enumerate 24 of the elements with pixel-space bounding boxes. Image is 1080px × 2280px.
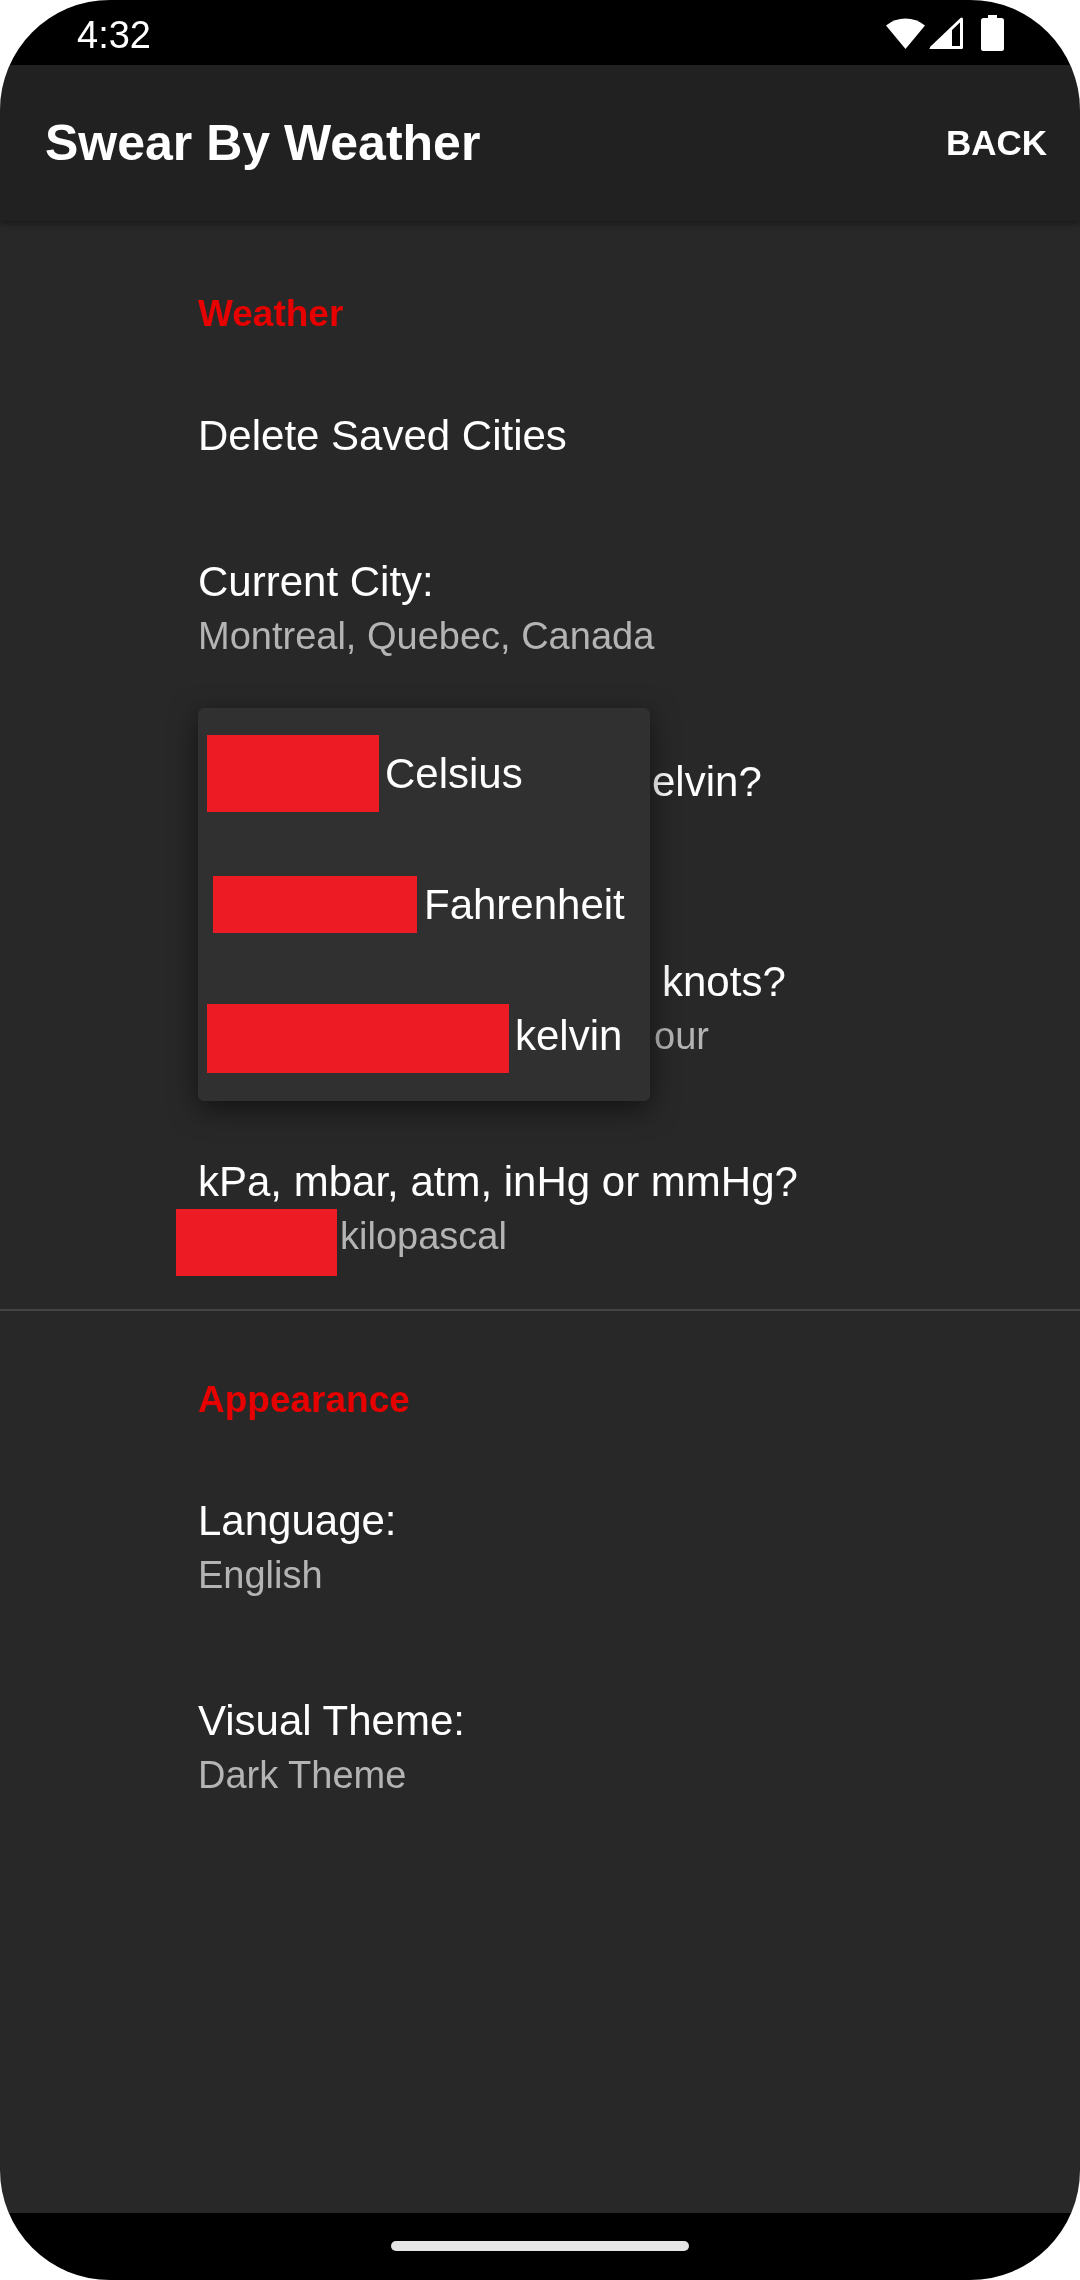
setting-title[interactable]: knots? (662, 954, 786, 1009)
setting-value: Montreal, Quebec, Canada (198, 614, 655, 659)
setting-title[interactable]: elvin? (652, 754, 762, 809)
section-header: Weather (198, 292, 344, 336)
status-time: 4:32 (77, 12, 151, 57)
menu-item[interactable]: kelvin (198, 970, 650, 1101)
section-header: Appearance (198, 1378, 410, 1422)
setting-value: Dark Theme (198, 1753, 407, 1798)
setting-title[interactable]: Language: (198, 1493, 397, 1548)
signal-icon (929, 16, 963, 49)
setting-value: English (198, 1553, 323, 1598)
setting-title[interactable]: Current City: (198, 554, 434, 609)
setting-title[interactable]: kPa, mbar, atm, inHg or mmHg? (198, 1154, 798, 1209)
home-handle[interactable] (391, 2241, 689, 2251)
menu-item[interactable]: Fahrenheit (198, 839, 650, 970)
setting-title[interactable]: Delete Saved Cities (198, 408, 567, 463)
menu-item[interactable]: Celsius (198, 708, 650, 839)
setting-value: our (654, 1014, 709, 1059)
setting-title[interactable]: Visual Theme: (198, 1693, 465, 1748)
setting-value: kilopascal (340, 1214, 507, 1259)
wifi-icon (885, 16, 926, 49)
back-button[interactable]: BACK (929, 110, 1063, 176)
app-title: Swear By Weather (45, 114, 481, 173)
battery-icon (981, 14, 1004, 51)
